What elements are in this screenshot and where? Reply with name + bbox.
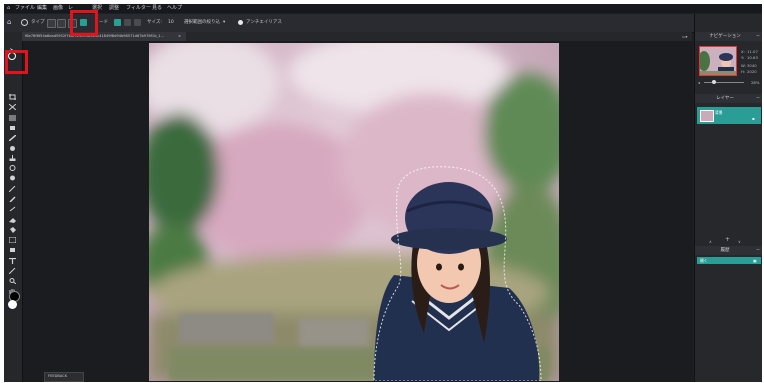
highlight-box-lasso-tool (5, 50, 28, 74)
history-header: 履歴 − (695, 246, 762, 255)
right-panel: ナビゲーション − X: 11.07 Y: 10.63 W: 3040 H: 2… (694, 14, 762, 382)
tab-menu-icon[interactable]: ▭▾ (682, 34, 688, 39)
history-item-name: 開く (700, 258, 708, 263)
navigation-thumbnail[interactable] (699, 46, 737, 76)
menu-edit[interactable]: 編集 (37, 5, 47, 12)
size-label: サイズ: (147, 20, 162, 25)
blur-icon[interactable] (9, 156, 16, 171)
zoom-value: 28% (751, 80, 760, 85)
edge-dropdown-icon[interactable]: ▾ (223, 20, 225, 26)
menu-filter[interactable]: フィルター (126, 5, 151, 12)
menu-image[interactable]: 画像 (53, 5, 63, 12)
document-tab-close[interactable]: × (178, 33, 181, 40)
slice-icon[interactable] (8, 95, 17, 111)
layer-up-icon[interactable]: ∧ (709, 239, 712, 244)
collapse-icon[interactable]: − (755, 33, 761, 40)
photo-image (149, 43, 559, 381)
fill-icon[interactable] (9, 218, 16, 233)
navigation-header: ナビゲーション − (695, 32, 762, 41)
menu-view[interactable]: 見る (152, 5, 162, 12)
feedback-label: FEEDBACK (48, 374, 68, 378)
new-selection-icon[interactable] (114, 19, 121, 26)
zoom-out-icon[interactable]: ◂ (698, 80, 700, 85)
menu-adjust[interactable]: 調整 (109, 5, 119, 12)
move-icon[interactable] (9, 39, 16, 54)
drop-icon[interactable] (9, 136, 16, 151)
nav-y-value: 10.63 (747, 55, 758, 60)
document-tab[interactable]: f6e76f6f54a6bad5952f7baf9e3e05b5b3c41849… (22, 32, 186, 41)
history-title: 履歴 (720, 248, 730, 253)
background-color-swatch[interactable] (8, 300, 17, 309)
nav-h-value: 2020 (747, 69, 757, 74)
pen-icon[interactable] (8, 259, 16, 275)
type-label: タイプ (31, 20, 45, 25)
smudge-icon[interactable] (9, 197, 16, 212)
canvas-area[interactable] (23, 41, 693, 382)
history-collapse-icon[interactable]: − (755, 247, 761, 254)
antialias-label: アンチエイリアス (246, 20, 282, 25)
document-tab-bar: f6e76f6f54a6bad5952f7baf9e3e05b5b3c41849… (22, 32, 692, 41)
edge-refine-label[interactable]: 選択範囲の絞り込 (184, 20, 220, 26)
add-selection-icon[interactable] (124, 19, 131, 26)
polygon-lasso-icon[interactable] (57, 19, 66, 28)
mode-label: ード (99, 20, 108, 25)
add-layer-icon[interactable]: + (725, 237, 730, 243)
nav-x-label: X: (741, 49, 745, 54)
hand-icon[interactable] (9, 279, 16, 294)
zoom-slider[interactable] (704, 82, 744, 83)
lasso-icon[interactable] (21, 19, 28, 26)
zoom-slider-handle[interactable] (712, 80, 716, 84)
nav-w-value: 3040 (747, 63, 757, 68)
layers-collapse-icon[interactable]: − (755, 95, 761, 102)
menu-file[interactable]: ファイル (15, 5, 35, 12)
shape-icon[interactable] (9, 238, 16, 252)
zoom-icon[interactable] (9, 269, 17, 285)
nav-x-value: 11.07 (747, 49, 758, 54)
layer-thumbnail (700, 110, 714, 122)
menu-help[interactable]: ヘルプ (167, 5, 182, 12)
subtract-selection-icon[interactable] (134, 19, 141, 26)
antialias-checkbox[interactable] (238, 20, 243, 25)
dodge-icon[interactable] (9, 166, 16, 181)
ruler-icon[interactable] (9, 106, 16, 121)
size-value[interactable]: 10 (168, 20, 174, 26)
photo-canvas[interactable] (149, 43, 559, 381)
home-icon[interactable]: ⌂ (7, 5, 10, 12)
layer-row[interactable]: 背景 ▪ (697, 107, 761, 124)
stamp-icon[interactable] (9, 146, 16, 162)
eraser-icon[interactable] (9, 208, 16, 223)
tool-bar (4, 32, 23, 382)
layer-name: 背景 (715, 110, 723, 115)
crop-icon[interactable] (9, 85, 16, 100)
feedback-button[interactable]: FEEDBACK (44, 372, 84, 382)
lasso-type-icon[interactable] (47, 19, 56, 28)
menu-bar: ⌂ ファイル 編集 画像 レ 選択 調整 フィルター 見る ヘルプ (4, 4, 762, 13)
paint-brush-icon[interactable] (9, 187, 16, 203)
layer-down-icon[interactable]: ∨ (738, 239, 741, 244)
layers-header: レイヤー − (695, 94, 762, 103)
text-icon[interactable] (9, 249, 16, 264)
history-row[interactable]: 開く ▣ (697, 257, 761, 264)
gradient-icon[interactable] (8, 228, 17, 244)
navigation-title: ナビゲーション (709, 34, 741, 39)
pencil-icon[interactable] (8, 177, 16, 193)
brush-icon[interactable] (8, 126, 17, 142)
options-bar: ⌂ タイプ ード サイズ: 10 選択範囲の絞り込 ▾ アンチエイリアス (4, 14, 762, 33)
home-icon[interactable]: ⌂ (7, 19, 11, 26)
nav-w-label: W: (741, 63, 746, 68)
photo-editor-app: ⌂ ファイル 編集 画像 レ 選択 調整 フィルター 見る ヘルプ ⌂ タイプ … (4, 4, 762, 382)
layers-title: レイヤー (716, 96, 734, 101)
nav-y-label: Y: (741, 55, 745, 60)
lock-icon[interactable]: ▪ (752, 116, 755, 121)
highlight-box-quick-select (70, 10, 98, 36)
healing-icon[interactable] (9, 116, 16, 130)
nav-h-label: H: (741, 69, 746, 74)
history-item-icon: ▣ (753, 258, 757, 263)
